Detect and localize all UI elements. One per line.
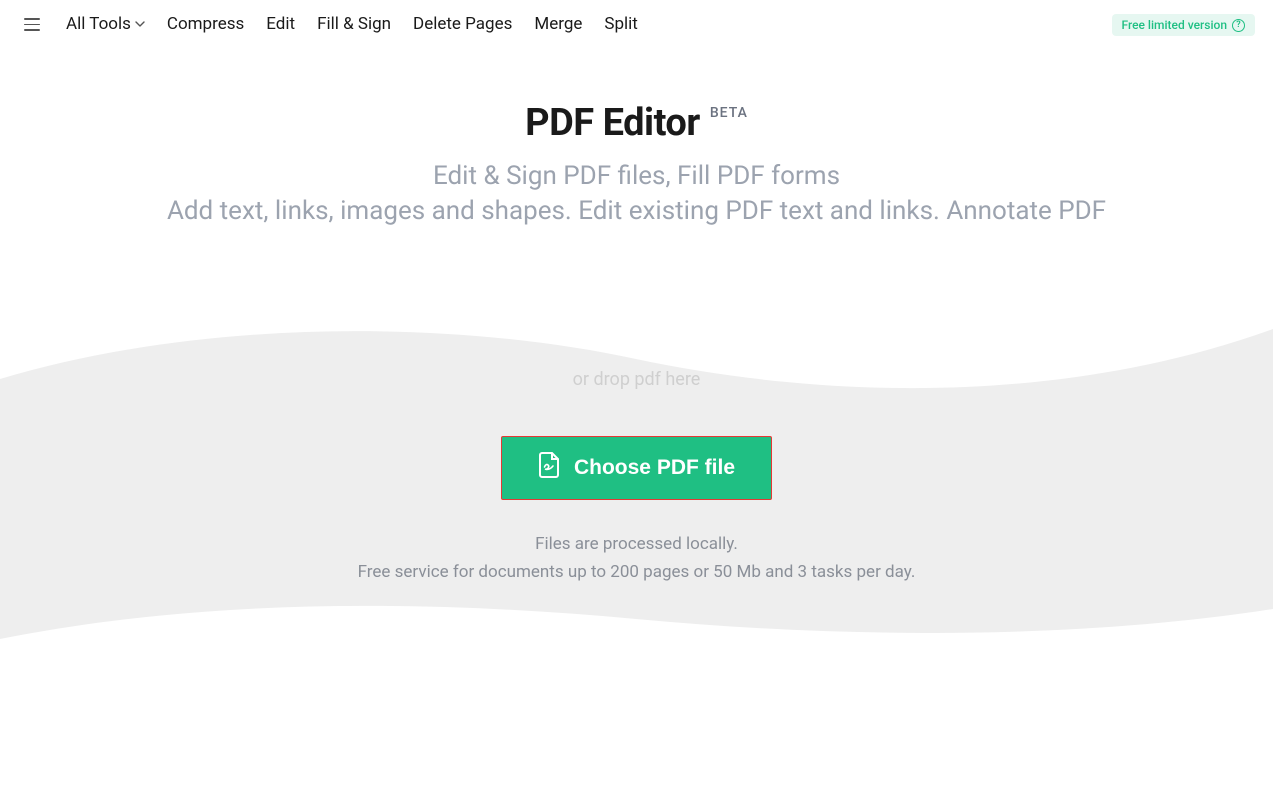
- version-badge-label: Free limited version: [1122, 18, 1228, 32]
- subtitle-line-2: Add text, links, images and shapes. Edit…: [0, 194, 1273, 229]
- beta-tag: BETA: [710, 105, 748, 121]
- upload-info: Files are processed locally. Free servic…: [0, 530, 1273, 586]
- top-nav: All Tools Compress Edit Fill & Sign Dele…: [0, 0, 1273, 49]
- upload-section: or drop pdf here Choose PDF file Files a…: [0, 289, 1273, 586]
- nav-delete-pages[interactable]: Delete Pages: [413, 14, 512, 34]
- choose-pdf-button[interactable]: Choose PDF file: [501, 436, 772, 500]
- subtitle-line-1: Edit & Sign PDF files, Fill PDF forms: [0, 159, 1273, 194]
- nav-edit[interactable]: Edit: [266, 14, 295, 34]
- page-subtitle: Edit & Sign PDF files, Fill PDF forms Ad…: [0, 159, 1273, 229]
- chevron-down-icon: [135, 19, 145, 29]
- hamburger-menu-icon[interactable]: [20, 14, 44, 35]
- nav-compress[interactable]: Compress: [167, 14, 244, 34]
- version-badge[interactable]: Free limited version ?: [1112, 14, 1256, 36]
- nav-all-tools-label: All Tools: [66, 14, 131, 34]
- nav-all-tools[interactable]: All Tools: [66, 14, 145, 34]
- nav-merge[interactable]: Merge: [534, 14, 582, 34]
- page-title: PDF Editor: [525, 101, 700, 145]
- info-line-2: Free service for documents up to 200 pag…: [0, 558, 1273, 586]
- info-line-1: Files are processed locally.: [0, 530, 1273, 558]
- choose-pdf-button-label: Choose PDF file: [574, 456, 735, 480]
- nav-split[interactable]: Split: [604, 14, 637, 34]
- choose-button-wrap: Choose PDF file: [0, 436, 1273, 500]
- title-wrap: PDF Editor BETA: [525, 101, 748, 145]
- drop-hint: or drop pdf here: [0, 289, 1273, 390]
- nav-fill-sign[interactable]: Fill & Sign: [317, 14, 391, 34]
- pdf-file-icon: [538, 452, 560, 484]
- help-icon: ?: [1232, 19, 1245, 32]
- hero-section: PDF Editor BETA Edit & Sign PDF files, F…: [0, 49, 1273, 229]
